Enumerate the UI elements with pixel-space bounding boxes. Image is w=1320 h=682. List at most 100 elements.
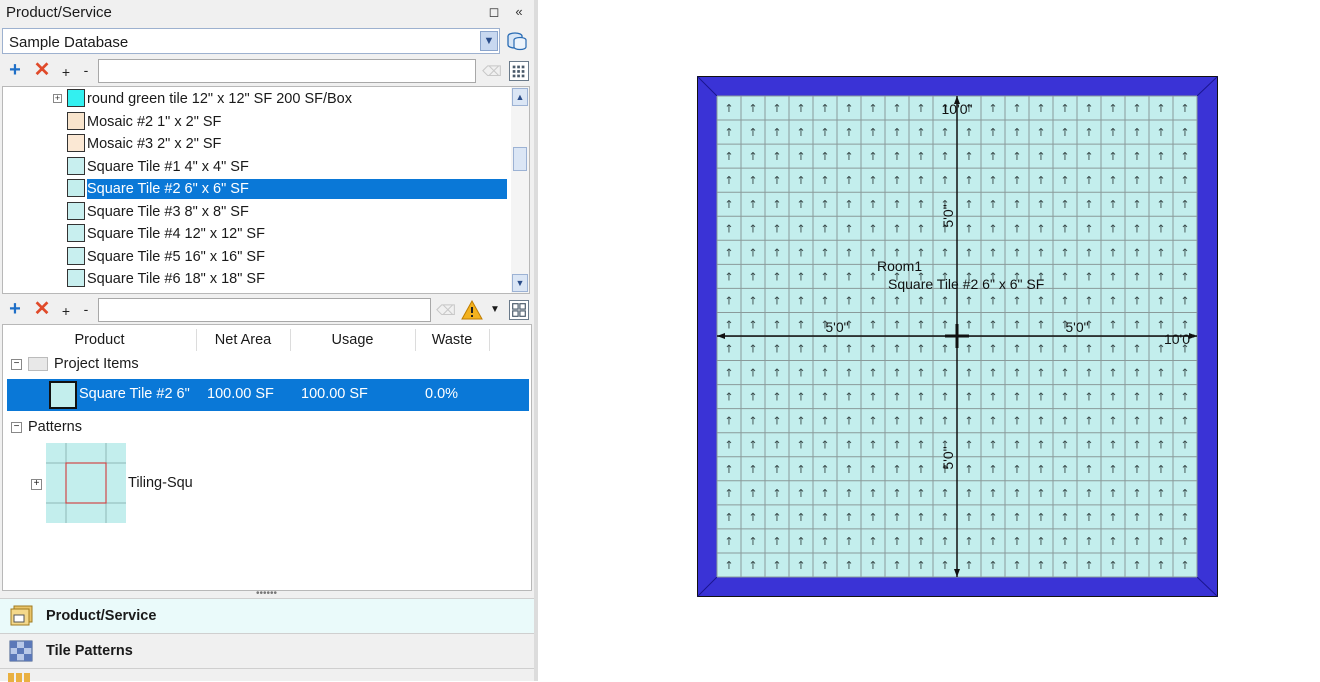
tile-arrow-icon: ↑ — [1084, 198, 1093, 211]
tile-arrow-icon: ↑ — [796, 439, 805, 452]
panel-splitter[interactable] — [534, 0, 538, 681]
tile-arrow-icon: ↑ — [1180, 270, 1189, 283]
group-project-items[interactable]: − Project Items — [11, 353, 139, 375]
tile-arrow-icon: ↑ — [748, 487, 757, 500]
database-icon[interactable] — [506, 30, 528, 52]
tile-arrow-icon: ↑ — [1180, 294, 1189, 307]
tile-arrow-icon: ↑ — [1108, 270, 1117, 283]
tile-arrow-icon: ↑ — [1084, 343, 1093, 356]
nav-more[interactable] — [0, 668, 534, 682]
tile-arrow-icon: ↑ — [1180, 439, 1189, 452]
dimension-full-right: 10'0" — [1164, 331, 1195, 347]
scroll-thumb[interactable] — [513, 147, 527, 171]
tile-arrow-icon: ↑ — [820, 270, 829, 283]
scroll-down-icon[interactable]: ▼ — [512, 274, 528, 292]
tile-arrow-icon: ↑ — [1036, 535, 1045, 548]
column-header-product[interactable]: Product — [3, 329, 197, 351]
tile-arrow-icon: ↑ — [844, 367, 853, 380]
tile-arrow-icon: ↑ — [988, 415, 997, 428]
tree-item[interactable]: Mosaic #2 1" x 2" SF — [3, 111, 509, 133]
floor-plan-canvas[interactable]: ↑ ↑ ↑ ↑ ↑ ↑ ↑ ↑ ↑ ↑ ↑ ↑ ↑ ↑ ↑ ↑ ↑ ↑ ↑ ↑ ↑ ↑ ↑ ↑ ↑ ↑ ↑ ↑ ↑ ↑ ↑ ↑ ↑ ↑ ↑ ↑ ↑ ↑ ↑ ↑… — [697, 76, 1219, 598]
tile-arrow-icon: ↑ — [748, 246, 757, 259]
collapse-icon[interactable]: − — [11, 358, 22, 370]
tile-arrow-icon: ↑ — [868, 439, 877, 452]
nav-tile-patterns[interactable]: Tile Patterns — [0, 633, 534, 668]
expand-icon[interactable]: + — [53, 94, 62, 103]
collapse-project-button[interactable]: - — [80, 299, 92, 319]
collapse-all-button[interactable]: - — [80, 60, 92, 80]
pin-button[interactable]: ◻ — [485, 3, 503, 21]
tile-arrow-icon: ↑ — [1180, 246, 1189, 259]
expand-project-button[interactable]: + — [60, 301, 72, 321]
tile-arrow-icon: ↑ — [1156, 246, 1165, 259]
tree-item-label: round green tile 12" x 12" SF 200 SF/Box — [87, 91, 353, 107]
column-header-usage[interactable]: Usage — [290, 329, 416, 351]
tile-arrow-icon: ↑ — [844, 415, 853, 428]
pattern-label: Tiling-Squ — [128, 475, 192, 491]
project-item-row[interactable]: Square Tile #2 6" 100.00 SF 100.00 SF 0.… — [7, 379, 529, 411]
group-patterns[interactable]: − Patterns — [11, 416, 82, 438]
dimension-full-top: 10'0" — [941, 101, 972, 117]
column-header-net-area[interactable]: Net Area — [196, 329, 291, 351]
tile-arrow-icon: ↑ — [964, 415, 973, 428]
collapse-panel-button[interactable]: « — [510, 3, 528, 21]
tile-arrow-icon: ↑ — [1036, 367, 1045, 380]
tile-arrow-icon: ↑ — [1180, 222, 1189, 235]
add-icon[interactable]: + — [5, 60, 25, 80]
column-header-waste[interactable]: Waste — [415, 329, 490, 351]
tree-item[interactable]: Square Tile #1 4" x 4" SF — [3, 156, 509, 178]
tile-arrow-icon: ↑ — [1132, 415, 1141, 428]
scroll-up-icon[interactable]: ▲ — [512, 88, 528, 106]
expand-all-button[interactable]: + — [60, 62, 72, 82]
tile-arrow-icon: ↑ — [1132, 511, 1141, 524]
tree-item[interactable]: Square Tile #4 12" x 12" SF — [3, 223, 509, 245]
tree-item[interactable]: Square Tile #5 16" x 16" SF — [3, 246, 509, 268]
add-project-item-icon[interactable]: + — [5, 299, 25, 319]
tile-arrow-icon: ↑ — [964, 222, 973, 235]
delete-project-item-icon[interactable]: ✕ — [32, 299, 52, 319]
warning-icon[interactable] — [461, 300, 483, 320]
tile-arrow-icon: ↑ — [1012, 511, 1021, 524]
tile-arrow-icon: ↑ — [892, 511, 901, 524]
tile-arrow-icon: ↑ — [820, 150, 829, 163]
delete-icon[interactable]: ✕ — [32, 60, 52, 80]
tile-arrow-icon: ↑ — [1132, 198, 1141, 211]
room-product-label[interactable]: Square Tile #2 6" x 6" SF — [888, 276, 1044, 292]
warning-dropdown-icon[interactable]: ▼ — [490, 304, 500, 315]
tree-item[interactable]: Square Tile #2 6" x 6" SF — [3, 178, 509, 200]
tile-arrow-icon: ↑ — [916, 487, 925, 500]
project-search-input[interactable] — [98, 298, 431, 322]
tree-item[interactable]: Square Tile #6 18" x 18" SF — [3, 268, 509, 290]
product-search-input[interactable] — [98, 59, 476, 83]
tile-arrow-icon: ↑ — [772, 415, 781, 428]
tree-item[interactable]: Square Tile #3 8" x 8" SF — [3, 201, 509, 223]
grid-view-icon[interactable] — [509, 61, 529, 81]
tile-arrow-icon: ↑ — [1132, 391, 1141, 404]
expand-icon[interactable]: + — [31, 479, 42, 490]
layout-view-icon[interactable] — [509, 300, 529, 320]
tile-arrow-icon: ↑ — [1012, 222, 1021, 235]
tile-arrow-icon: ↑ — [1084, 367, 1093, 380]
tree-item[interactable]: + round green tile 12" x 12" SF 200 SF/Bo… — [3, 88, 509, 110]
nav-product-service[interactable]: Product/Service — [0, 598, 534, 633]
clear-project-search-icon[interactable]: ⌫ — [436, 302, 456, 318]
tree-scrollbar[interactable]: ▲ ▼ — [511, 87, 529, 293]
resize-grip[interactable]: •••••• — [256, 589, 280, 599]
tile-arrow-icon: ↑ — [1132, 535, 1141, 548]
tile-arrow-icon: ↑ — [748, 270, 757, 283]
tree-item[interactable]: Mosaic #3 2" x 2" SF — [3, 133, 509, 155]
pattern-thumbnail[interactable] — [46, 443, 126, 523]
tile-arrow-icon: ↑ — [796, 198, 805, 211]
tile-arrow-icon: ↑ — [844, 391, 853, 404]
tile-arrow-icon: ↑ — [1012, 535, 1021, 548]
tile-arrow-icon: ↑ — [772, 126, 781, 139]
nav-label: Tile Patterns — [46, 643, 133, 659]
chevron-down-icon[interactable]: ▼ — [480, 31, 498, 51]
room-name[interactable]: Room1 — [877, 258, 922, 274]
tile-arrow-icon: ↑ — [868, 367, 877, 380]
collapse-icon[interactable]: − — [11, 421, 22, 433]
tile-arrow-icon: ↑ — [964, 126, 973, 139]
tile-arrow-icon: ↑ — [1060, 367, 1069, 380]
clear-search-icon[interactable]: ⌫ — [482, 63, 502, 79]
database-select[interactable]: Sample Database ▼ — [2, 28, 500, 54]
